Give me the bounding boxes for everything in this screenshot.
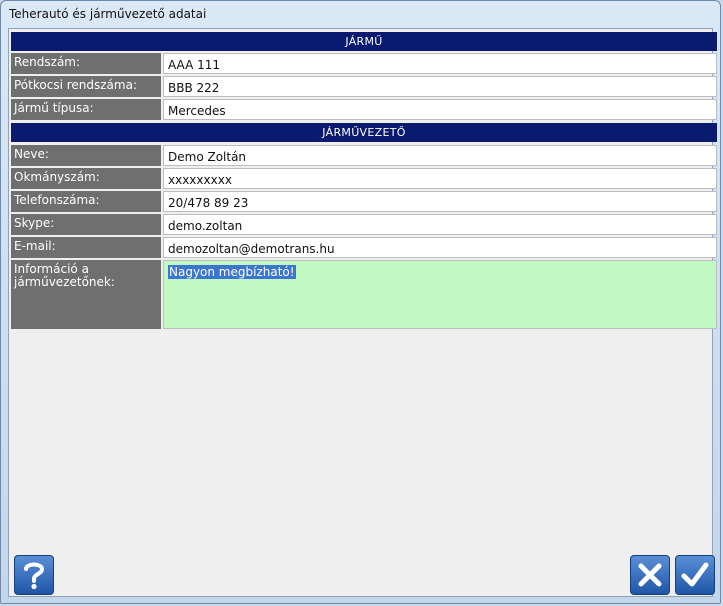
trailer-plate-field[interactable]: BBB 222 [163,76,717,97]
row-document-number: Okmányszám: xxxxxxxxx [11,168,717,189]
driver-name-field[interactable]: Demo Zoltán [163,145,717,166]
skype-field[interactable]: demo.zoltan [163,214,717,235]
plate-label: Rendszám: [11,53,161,74]
row-trailer-plate: Pótkocsi rendszáma: BBB 222 [11,76,717,97]
form-panel: JÁRMŰ Rendszám: AAA 111 Pótkocsi rendszá… [8,28,717,597]
row-vehicle-type: Jármű típusa: Mercedes [11,99,717,120]
dialog-window: Teherautó és járművezető adatai JÁRMŰ Re… [0,0,721,604]
driver-name-label: Neve: [11,145,161,166]
document-number-label: Okmányszám: [11,168,161,189]
driver-info-textarea[interactable]: Nagyon megbízható! [163,260,717,329]
row-email: E-mail: demozoltan@demotrans.hu [11,237,717,258]
skype-label: Skype: [11,214,161,235]
row-skype: Skype: demo.zoltan [11,214,717,235]
x-icon [636,561,664,589]
section-header-vehicle: JÁRMŰ [11,32,717,51]
row-driver-info: Információ a járművezetőnek: Nagyon megb… [11,260,717,329]
phone-field[interactable]: 20/478 89 23 [163,191,717,212]
ok-button[interactable] [675,555,715,595]
help-button[interactable] [14,555,54,595]
row-phone: Telefonszáma: 20/478 89 23 [11,191,717,212]
driver-info-selected-text: Nagyon megbízható! [168,265,296,279]
trailer-plate-label: Pótkocsi rendszáma: [11,76,161,97]
driver-info-label: Információ a járművezetőnek: [11,260,161,329]
checkmark-icon [680,561,710,589]
phone-label: Telefonszáma: [11,191,161,212]
email-label: E-mail: [11,237,161,258]
question-icon [21,560,47,590]
plate-field[interactable]: AAA 111 [163,53,717,74]
window-title: Teherautó és járművezető adatai [9,7,207,21]
email-field[interactable]: demozoltan@demotrans.hu [163,237,717,258]
document-number-field[interactable]: xxxxxxxxx [163,168,717,189]
row-plate: Rendszám: AAA 111 [11,53,717,74]
vehicle-type-label: Jármű típusa: [11,99,161,120]
row-driver-name: Neve: Demo Zoltán [11,145,717,166]
section-header-driver: JÁRMŰVEZETŐ [11,123,717,142]
cancel-button[interactable] [630,555,670,595]
vehicle-type-field[interactable]: Mercedes [163,99,717,120]
